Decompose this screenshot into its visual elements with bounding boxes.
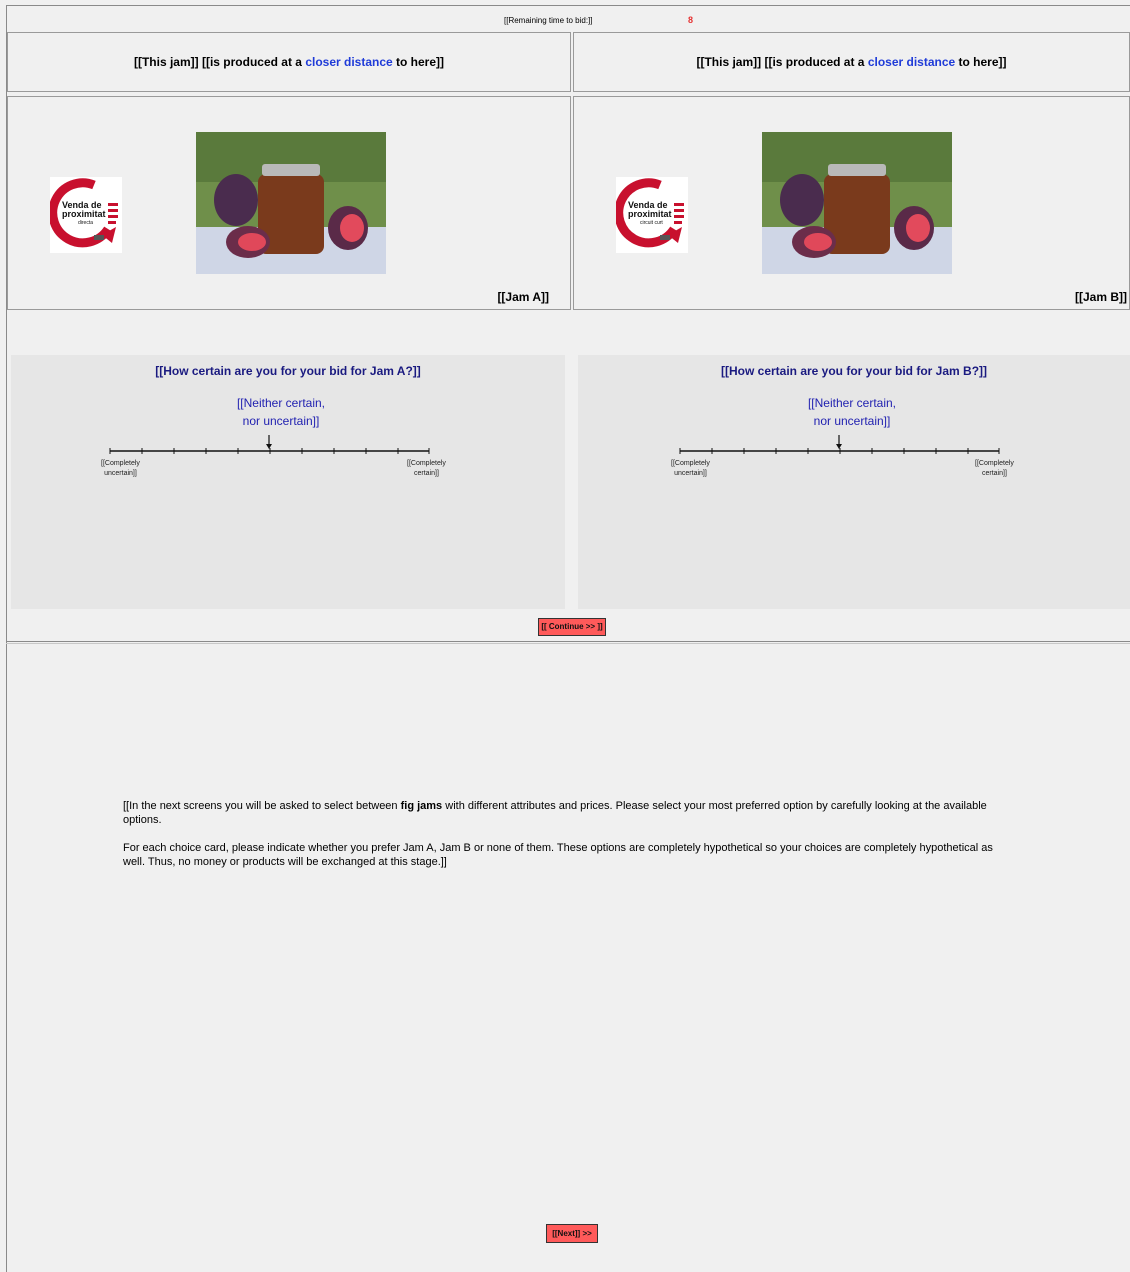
jam-a-attribute-highlight: closer distance bbox=[305, 55, 393, 69]
left-end-line-1: [[Completely bbox=[671, 460, 710, 467]
jam-a-certainty-question: [[How certain are you for your bid for J… bbox=[155, 364, 421, 378]
jam-b-certainty-slider[interactable] bbox=[677, 435, 1017, 475]
neutral-line-1: [[Neither certain, bbox=[236, 396, 326, 410]
jam-b-neutral-label: [[Neither certain, nor uncertain]] bbox=[782, 394, 922, 430]
timer-label: [[Remaining time to bid:]] bbox=[504, 16, 593, 25]
right-end-line-2: certain]] bbox=[414, 470, 439, 477]
fig-jam-photo bbox=[762, 132, 952, 274]
jam-b-attribute-pre: [[This jam]] [[is produced at a bbox=[696, 55, 868, 69]
jam-b-right-end-label: [[Completely certain]] bbox=[975, 459, 1014, 479]
jam-b-certainty-question: [[How certain are you for your bid for J… bbox=[720, 364, 988, 378]
right-end-line-2: certain]] bbox=[982, 470, 1007, 477]
neutral-line-1: [[Neither certain, bbox=[807, 396, 897, 410]
left-end-line-2: uncertain]] bbox=[674, 470, 707, 477]
jam-a-right-end-label: [[Completely certain]] bbox=[407, 459, 446, 479]
slider-marker-arrow-icon bbox=[266, 435, 272, 449]
left-end-line-1: [[Completely bbox=[101, 460, 140, 467]
jam-a-neutral-label: [[Neither certain, nor uncertain]] bbox=[211, 394, 351, 430]
jam-a-attribute-box: [[This jam]] [[is produced at a closer d… bbox=[7, 32, 571, 92]
next-button[interactable]: [[Next]] >> bbox=[546, 1224, 598, 1243]
jam-a-certainty-panel: [[How certain are you for your bid for J… bbox=[11, 355, 565, 609]
timer-row: [[Remaining time to bid:]] 8 bbox=[6, 5, 1130, 32]
logo-text-3: directa bbox=[78, 220, 93, 226]
jam-a-certainty-slider[interactable] bbox=[107, 435, 447, 475]
jam-b-product-box: Venda de proximitat circuit curt [[Jam B… bbox=[573, 96, 1130, 310]
timer-value: 8 bbox=[688, 15, 694, 25]
right-end-line-1: [[Completely bbox=[975, 460, 1014, 467]
jam-a-product-box: Venda de proximitat directa [[Jam A]] bbox=[7, 96, 571, 310]
jam-a-label: [[Jam A]] bbox=[497, 290, 549, 304]
proximity-sale-logo: Venda de proximitat circuit curt bbox=[614, 177, 688, 253]
jam-a-attribute-post: to here]] bbox=[392, 55, 445, 69]
jam-b-certainty-panel: [[How certain are you for your bid for J… bbox=[578, 355, 1130, 609]
neutral-line-2: nor uncertain]] bbox=[813, 414, 891, 428]
instructions-text: [[In the next screens you will be asked … bbox=[123, 799, 1013, 883]
jam-b-attribute-highlight: closer distance bbox=[867, 55, 956, 69]
jam-b-attribute-box: [[This jam]] [[is produced at a closer d… bbox=[573, 32, 1130, 92]
jam-a-attribute-pre: [[This jam]] [[is produced at a bbox=[133, 55, 306, 69]
continue-button[interactable]: [[ Continue >> ]] bbox=[538, 618, 606, 636]
logo-text-2: proximitat bbox=[62, 209, 106, 219]
right-end-line-1: [[Completely bbox=[407, 460, 446, 467]
section-divider bbox=[6, 641, 1130, 644]
slider-marker-arrow-icon bbox=[836, 435, 842, 449]
jam-b-attribute-post: to here]] bbox=[955, 55, 1007, 69]
logo-text-2: proximitat bbox=[628, 209, 672, 219]
instructions-paragraph-1: [[In the next screens you will be asked … bbox=[123, 800, 987, 826]
instructions-paragraph-2: For each choice card, please indicate wh… bbox=[123, 842, 993, 868]
fig-jam-photo bbox=[196, 132, 386, 274]
left-end-line-2: uncertain]] bbox=[104, 470, 137, 477]
jam-b-attribute-text: [[This jam]] [[is produced at a closer d… bbox=[574, 55, 1129, 69]
jam-a-attribute-text: [[This jam]] [[is produced at a closer d… bbox=[8, 55, 570, 69]
jam-b-left-end-label: [[Completely uncertain]] bbox=[671, 459, 710, 479]
jam-a-left-end-label: [[Completely uncertain]] bbox=[101, 459, 140, 479]
proximity-sale-logo: Venda de proximitat directa bbox=[48, 177, 122, 253]
neutral-line-2: nor uncertain]] bbox=[242, 414, 320, 428]
jam-b-label: [[Jam B]] bbox=[1074, 290, 1127, 304]
logo-text-3: circuit curt bbox=[640, 220, 663, 226]
